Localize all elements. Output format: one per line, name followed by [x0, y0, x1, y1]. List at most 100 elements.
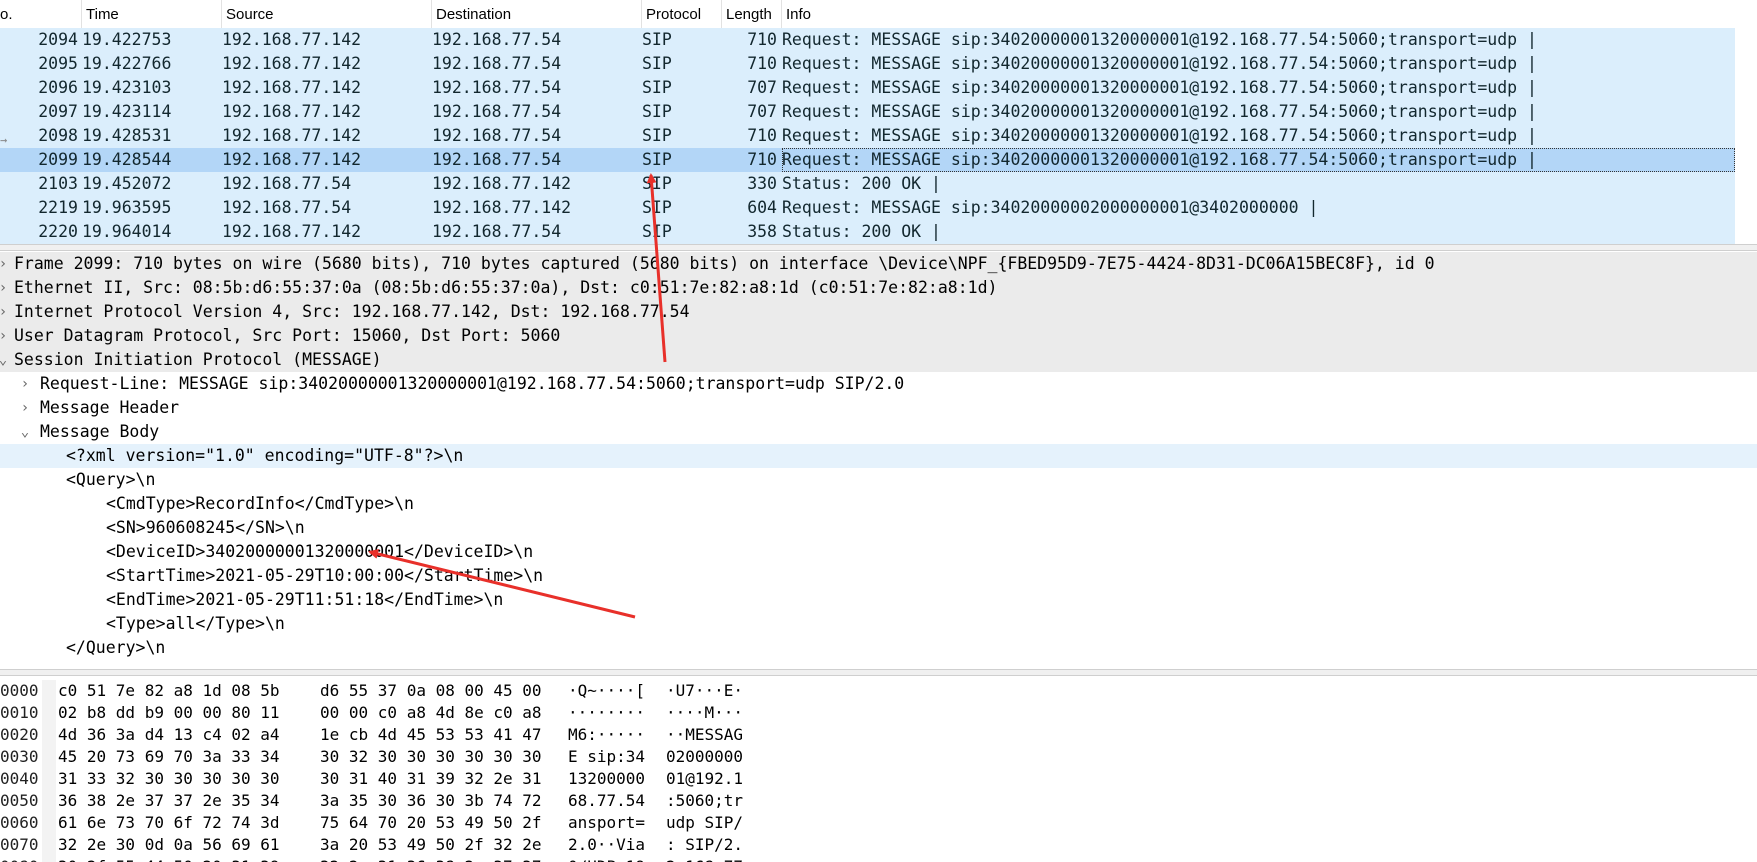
- packet-row[interactable]: 2095 19.422766 192.168.77.142 192.168.77.54…: [0, 52, 1735, 76]
- packet-details-tree[interactable]: ›Frame 2099: 710 bytes on wire (5680 bit…: [0, 252, 1757, 670]
- detail-protocol-row[interactable]: ›User Datagram Protocol, Src Port: 15060…: [0, 324, 1757, 348]
- packet-list[interactable]: o. Time Source Destination Protocol Leng…: [0, 0, 1757, 244]
- packet-source: 192.168.77.142: [222, 54, 362, 73]
- detail-body-line[interactable]: <?xml version="1.0" encoding="UTF-8"?>\n: [0, 444, 1757, 468]
- hex-bytes-left: 30 2f 55 44 50 20 31 39: [58, 856, 280, 862]
- detail-protocol-row[interactable]: ›Internet Protocol Version 4, Src: 192.1…: [0, 300, 1757, 324]
- expand-chevron-icon[interactable]: ›: [18, 396, 32, 420]
- detail-protocol-row[interactable]: ⌄ Session Initiation Protocol (MESSAGE): [0, 348, 1757, 372]
- packet-row[interactable]: 2096 19.423103 192.168.77.142 192.168.77.54…: [0, 76, 1735, 100]
- hex-row[interactable]: 0040 31 33 32 30 30 30 30 30 30 31 40 31 3…: [0, 768, 1757, 790]
- packet-length: 710: [747, 126, 777, 145]
- hex-gutter: [42, 790, 56, 812]
- hex-offset: 0010: [0, 703, 39, 722]
- ascii-left: ansport=: [568, 813, 646, 832]
- detail-body-line[interactable]: <EndTime>2021-05-29T11:51:18</EndTime>\n: [0, 588, 1757, 612]
- detail-protocol-row[interactable]: ›Ethernet II, Src: 08:5b:d6:55:37:0a (08…: [0, 276, 1757, 300]
- hex-bytes-left: 45 20 73 69 70 3a 33 34: [58, 747, 280, 766]
- column-header-protocol[interactable]: Protocol: [642, 0, 722, 28]
- column-header-info[interactable]: Info: [782, 0, 1757, 28]
- packet-no: 2219: [38, 198, 78, 217]
- packet-row[interactable]: 2103 19.452072 192.168.77.54 192.168.77.142…: [0, 172, 1735, 196]
- hex-bytes-left: c0 51 7e 82 a8 1d 08 5b: [58, 681, 280, 700]
- detail-body-line[interactable]: <CmdType>RecordInfo</CmdType>\n: [0, 492, 1757, 516]
- ascii-left: E sip:34: [568, 747, 646, 766]
- packet-bytes-pane[interactable]: 0000 c0 51 7e 82 a8 1d 08 5b d6 55 37 0a 0…: [0, 676, 1757, 862]
- packet-destination: 192.168.77.54: [432, 150, 562, 169]
- detail-body-line[interactable]: </Query>\n: [0, 636, 1757, 660]
- detail-body-line[interactable]: <SN>960608245</SN>\n: [0, 516, 1757, 540]
- ascii-left: 0/UDP 19: [568, 856, 645, 862]
- hex-offset: 0070: [0, 835, 39, 854]
- packet-protocol: SIP: [642, 126, 672, 145]
- hex-row[interactable]: 0010 02 b8 dd b9 00 00 80 11 00 00 c0 a8 4…: [0, 702, 1757, 724]
- detail-body-line[interactable]: <Query>\n: [0, 468, 1757, 492]
- pane-splitter-bottom[interactable]: [0, 669, 1757, 676]
- hex-bytes-left: 36 38 2e 37 37 2e 35 34: [58, 791, 280, 810]
- hex-bytes-left: 61 6e 73 70 6f 72 74 3d: [58, 813, 280, 832]
- hex-row[interactable]: 0030 45 20 73 69 70 3a 33 34 30 32 30 30 3…: [0, 746, 1757, 768]
- packet-destination: 192.168.77.54: [432, 54, 562, 73]
- hex-row[interactable]: 0060 61 6e 73 70 6f 72 74 3d 75 64 70 20 5…: [0, 812, 1757, 834]
- hex-gutter: [42, 768, 56, 790]
- packet-list-scrollbar[interactable]: [1735, 28, 1757, 244]
- column-header-no[interactable]: o.: [0, 0, 82, 28]
- packet-destination: 192.168.77.54: [432, 222, 562, 241]
- ascii-right: :5060;tr: [666, 791, 744, 810]
- packet-row[interactable]: 2097 19.423114 192.168.77.142 192.168.77.54…: [0, 100, 1735, 124]
- expand-chevron-icon[interactable]: ›: [0, 276, 10, 300]
- ascii-right: 01@192.1: [666, 769, 744, 788]
- hex-row[interactable]: 0000 c0 51 7e 82 a8 1d 08 5b d6 55 37 0a 0…: [0, 680, 1757, 702]
- packet-info: Request: MESSAGE sip:3402000000132000000…: [782, 148, 1735, 172]
- packet-info: Request: MESSAGE sip:3402000000132000000…: [782, 126, 1537, 145]
- ascii-right: ····M···: [666, 703, 744, 722]
- detail-body-line[interactable]: <StartTime>2021-05-29T10:00:00</StartTim…: [0, 564, 1757, 588]
- hex-row[interactable]: 0050 36 38 2e 37 37 2e 35 34 3a 35 30 36 3…: [0, 790, 1757, 812]
- hex-gutter: [42, 856, 56, 862]
- hex-offset: 0060: [0, 813, 39, 832]
- ascii-left: 13200000: [568, 769, 646, 788]
- collapse-chevron-icon[interactable]: ⌄: [0, 348, 10, 372]
- hex-bytes-right: d6 55 37 0a 08 00 45 00: [320, 681, 542, 700]
- packet-row-selected[interactable]: 2099 19.428544 192.168.77.142 192.168.77.54…: [0, 148, 1735, 172]
- expand-chevron-icon[interactable]: ›: [0, 300, 10, 324]
- column-header-destination[interactable]: Destination: [432, 0, 642, 28]
- collapse-chevron-icon[interactable]: ⌄: [18, 420, 32, 444]
- detail-subtree-row[interactable]: › Request-Line: MESSAGE sip:3402000000132…: [0, 372, 1757, 396]
- detail-protocol-row[interactable]: ›Frame 2099: 710 bytes on wire (5680 bit…: [0, 252, 1757, 276]
- packet-row[interactable]: 2219 19.963595 192.168.77.54 192.168.77.142…: [0, 196, 1735, 220]
- hex-row[interactable]: 0020 4d 36 3a d4 13 c4 02 a4 1e cb 4d 45 5…: [0, 724, 1757, 746]
- detail-subtree-row[interactable]: ⌄ Message Body: [0, 420, 1757, 444]
- ascii-right: ··MESSAG: [666, 725, 744, 744]
- column-header-source[interactable]: Source: [222, 0, 432, 28]
- packet-no: 2220: [38, 222, 78, 241]
- detail-text: Request-Line: MESSAGE sip:34020000001320…: [40, 374, 905, 393]
- packet-time: 19.423103: [82, 78, 172, 97]
- packet-row[interactable]: 2220 19.964014 192.168.77.142 192.168.77.54…: [0, 220, 1735, 244]
- ascii-right: : SIP/2.: [666, 835, 744, 854]
- detail-text: <StartTime>2021-05-29T10:00:00</StartTim…: [106, 566, 544, 585]
- pane-splitter-top[interactable]: [0, 244, 1757, 251]
- column-header-length[interactable]: Length: [722, 0, 782, 28]
- column-header-time[interactable]: Time: [82, 0, 222, 28]
- packet-length: 604: [747, 198, 777, 217]
- detail-subtree-row[interactable]: › Message Header: [0, 396, 1757, 420]
- hex-row[interactable]: 0080 30 2f 55 44 50 20 31 39 32 2e 31 36 3…: [0, 856, 1757, 862]
- detail-body-line[interactable]: <Type>all</Type>\n: [0, 612, 1757, 636]
- packet-row[interactable]: 2098 19.428531 192.168.77.142 192.168.77.54…: [0, 124, 1735, 148]
- expand-chevron-icon[interactable]: ›: [0, 324, 10, 348]
- packet-info: Request: MESSAGE sip:3402000000132000000…: [782, 78, 1537, 97]
- packet-row[interactable]: 2094 19.422753 192.168.77.142 192.168.77.54…: [0, 28, 1735, 52]
- hex-row[interactable]: 0070 32 2e 30 0d 0a 56 69 61 3a 20 53 49 5…: [0, 834, 1757, 856]
- detail-text: <Type>all</Type>\n: [106, 614, 285, 633]
- detail-text: <?xml version="1.0" encoding="UTF-8"?>\n: [66, 446, 464, 465]
- expand-chevron-icon[interactable]: ›: [18, 372, 32, 396]
- packet-protocol: SIP: [642, 222, 672, 241]
- packet-time: 19.964014: [82, 222, 172, 241]
- packet-time: 19.422753: [82, 30, 172, 49]
- hex-bytes-left: 02 b8 dd b9 00 00 80 11: [58, 703, 280, 722]
- detail-body-line[interactable]: <DeviceID>34020000001320000001</DeviceID…: [0, 540, 1757, 564]
- expand-chevron-icon[interactable]: ›: [0, 252, 10, 276]
- hex-gutter: [42, 746, 56, 768]
- ascii-left: M6:·····: [568, 725, 646, 744]
